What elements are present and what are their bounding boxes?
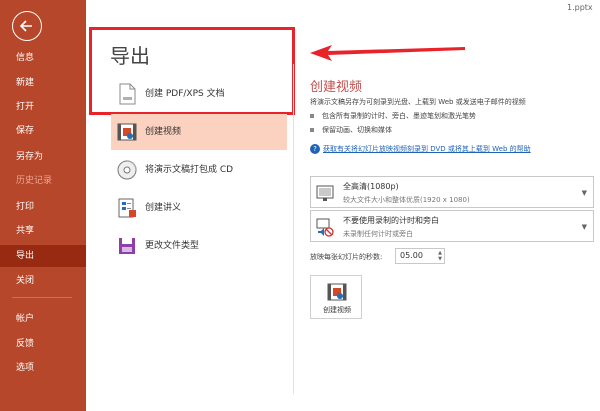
video-film-icon [117, 123, 137, 141]
option-create-video[interactable]: 创建视频 [111, 114, 287, 150]
video-panel-title: 创建视频 [310, 80, 363, 95]
nav-account[interactable]: 帐户 [0, 308, 86, 330]
help-link-text: 获取有关将幻灯片放映视频刻录到 DVD 或将其上载到 Web 的帮助 [323, 145, 531, 153]
backstage-sidebar: 信息 新建 打开 保存 另存为 历史记录 打印 共享 导出 关闭 帐户 反馈 选… [0, 0, 86, 411]
create-video-button-label: 创建视频 [323, 306, 351, 314]
video-help-link[interactable]: ? 获取有关将幻灯片放映视频刻录到 DVD 或将其上载到 Web 的帮助 [310, 144, 531, 154]
bullet-dot [310, 114, 314, 118]
option-change-file-type-label: 更改文件类型 [145, 241, 200, 251]
video-bullet-text: 保留动画、切换和媒体 [322, 126, 392, 134]
seconds-per-slide-input[interactable]: 05.00 ▲ ▼ [395, 248, 445, 264]
option-package-cd-label: 将演示文稿打包成 CD [145, 165, 234, 175]
annotation-arrow [310, 45, 465, 61]
cd-disc-icon [117, 160, 137, 180]
timing-description: 未录制任何计时或旁白 [343, 230, 413, 238]
video-bullet: 包含所有录制的计时、旁白、墨迹笔划和激光笔势 [310, 111, 476, 121]
video-film-icon [327, 283, 347, 301]
video-bullet: 保留动画、切换和媒体 [310, 125, 392, 135]
back-button[interactable] [12, 11, 42, 41]
option-create-pdf-label: 创建 PDF/XPS 文档 [145, 89, 225, 99]
option-create-handouts[interactable]: 创建讲义 [111, 190, 287, 226]
video-quality-description: 较大文件大小和整体优质(1920 x 1080) [343, 196, 470, 204]
timing-narration-dropdown[interactable]: 不要使用录制的计时和旁白 未录制任何计时或旁白 ▼ [310, 210, 594, 242]
video-quality-dropdown[interactable]: 全高清(1080p) 较大文件大小和整体优质(1920 x 1080) ▼ [310, 176, 594, 208]
option-create-handouts-label: 创建讲义 [145, 203, 182, 213]
nav-info[interactable]: 信息 [0, 47, 86, 69]
video-bullet-text: 包含所有录制的计时、旁白、墨迹笔划和激光笔势 [322, 112, 476, 120]
file-type-icon [119, 238, 135, 254]
nav-share[interactable]: 共享 [0, 220, 86, 242]
create-video-button[interactable]: 创建视频 [310, 275, 362, 319]
spinner-icon[interactable]: ▲ ▼ [438, 250, 442, 262]
handout-icon [118, 198, 136, 218]
nav-close[interactable]: 关闭 [0, 270, 86, 292]
nav-new[interactable]: 新建 [0, 72, 86, 94]
option-create-pdf[interactable]: 创建 PDF/XPS 文档 [111, 76, 287, 112]
nav-feedback[interactable]: 反馈 [0, 333, 86, 355]
chevron-down-icon: ▼ [581, 189, 587, 197]
seconds-per-slide-value: 05.00 [400, 251, 423, 260]
timing-value: 不要使用录制的计时和旁白 [343, 216, 439, 225]
option-change-file-type[interactable]: 更改文件类型 [111, 228, 287, 264]
nav-save[interactable]: 保存 [0, 120, 86, 142]
back-arrow-icon [19, 20, 32, 32]
panel-divider [293, 64, 294, 394]
nav-export[interactable]: 导出 [0, 245, 86, 267]
nav-open[interactable]: 打开 [0, 96, 86, 118]
nav-history: 历史记录 [16, 176, 53, 186]
video-quality-value: 全高清(1080p) [343, 182, 399, 191]
nav-save-as[interactable]: 另存为 [0, 146, 86, 168]
chevron-down-icon: ▼ [581, 223, 587, 231]
video-description: 将演示文稿另存为可刻录到光盘、上载到 Web 或发送电子邮件的视频 [310, 98, 526, 106]
bullet-dot [310, 128, 314, 132]
option-create-video-label: 创建视频 [145, 127, 182, 137]
help-icon: ? [310, 144, 320, 154]
nav-separator [12, 297, 72, 298]
pdf-document-icon [119, 83, 136, 105]
seconds-per-slide-label: 放映每张幻灯片的秒数: [310, 253, 383, 261]
file-name: 1.pptx [567, 3, 593, 12]
monitor-icon [316, 185, 334, 201]
nav-options[interactable]: 选项 [0, 357, 86, 379]
nav-print[interactable]: 打印 [0, 196, 86, 218]
option-package-cd[interactable]: 将演示文稿打包成 CD [111, 152, 287, 188]
no-narration-icon [316, 218, 334, 237]
